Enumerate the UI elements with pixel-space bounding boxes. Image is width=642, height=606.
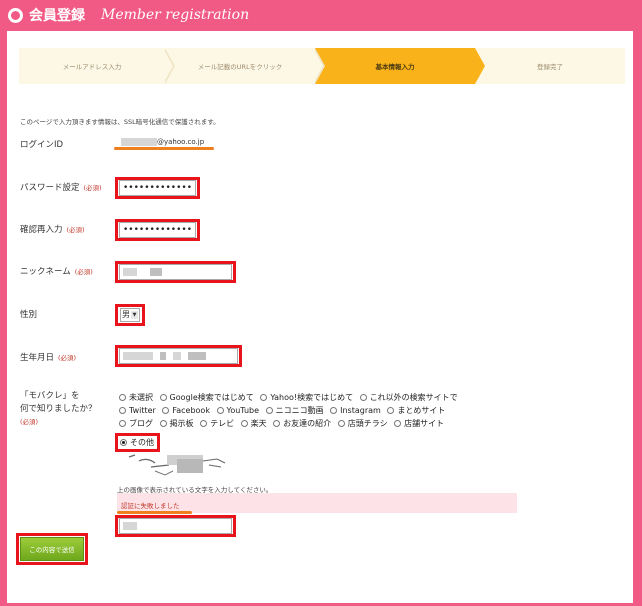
blurred-text	[123, 521, 137, 530]
birthday-label: 生年月日 (必須)	[20, 351, 76, 363]
required-mark: (必須)	[83, 184, 102, 192]
registration-panel: メールアドレス入力 メール記載のURLをクリック 基本情報入力 登録完了 このペ…	[7, 31, 633, 603]
password-label: パスワード設定 (必須)	[20, 181, 102, 193]
radio-option[interactable]: Twitter	[119, 406, 156, 415]
step-email-input: メールアドレス入力	[19, 48, 175, 84]
submit-button[interactable]: この内容で送信	[20, 537, 84, 561]
gender-selected: 男	[122, 310, 130, 319]
radio-option[interactable]: まとめサイト	[387, 406, 445, 415]
password-input[interactable]: •••••••••••••	[119, 180, 196, 196]
required-mark: (必須)	[74, 268, 93, 276]
radio-option[interactable]: Yahoo!検索ではじめて	[260, 393, 353, 402]
radio-button[interactable]	[119, 420, 126, 427]
radio-option[interactable]: Instagram	[330, 406, 381, 415]
radio-button[interactable]	[240, 420, 248, 427]
radio-option[interactable]: お友達の紹介	[273, 419, 331, 428]
blurred-text	[121, 138, 157, 146]
radio-option[interactable]: これ以外の検索サイトで	[359, 393, 458, 402]
step-click-url: メール記載のURLをクリック	[165, 48, 325, 84]
nickname-label-text: ニックネーム	[20, 267, 71, 277]
page-title-en: Member registration	[101, 7, 250, 23]
radio-option[interactable]: 店頭チラシ	[337, 419, 388, 428]
captcha-error: 認証に失敗しました	[121, 502, 180, 510]
radio-option[interactable]: 未選択	[119, 393, 153, 402]
progress-steps: メールアドレス入力 メール記載のURLをクリック 基本情報入力 登録完了	[19, 48, 625, 84]
radio-button[interactable]	[273, 420, 281, 427]
source-question-label: 「モバクレ」を 何で知りましたか？ (必須)	[20, 390, 97, 429]
orange-underline	[117, 511, 192, 514]
password-confirm-label: 確認再入力 (必須)	[20, 223, 85, 235]
circle-logo-icon	[8, 7, 23, 23]
page-title-jp: 会員登録	[29, 8, 85, 24]
password-label-text: パスワード設定	[20, 183, 80, 193]
required-mark: (必須)	[20, 418, 39, 426]
radio-option-selected[interactable]: その他	[115, 433, 160, 452]
radio-button[interactable]	[387, 407, 395, 414]
step-label: 基本情報入力	[375, 63, 415, 71]
nickname-input[interactable]	[119, 264, 232, 280]
step-complete: 登録完了	[475, 48, 625, 84]
radio-button[interactable]	[359, 394, 367, 401]
radio-button[interactable]	[260, 394, 268, 401]
step-basic-info: 基本情報入力	[315, 48, 485, 84]
blurred-text	[159, 351, 166, 360]
radio-button[interactable]	[200, 420, 208, 427]
ssl-notice: このページで入力頂きます情報は、SSL暗号化通信で保護されます。	[20, 118, 220, 126]
password-confirm-label-text: 確認再入力	[20, 225, 63, 235]
radio-option[interactable]: テレビ	[200, 419, 234, 428]
radio-button[interactable]	[159, 420, 167, 427]
radio-option[interactable]: Google検索ではじめて	[159, 393, 254, 402]
radio-option[interactable]: Facebook	[162, 406, 210, 415]
login-id-label: ログインID	[20, 140, 64, 150]
step-label: 登録完了	[537, 63, 563, 71]
blurred-text	[123, 351, 153, 360]
radio-option[interactable]: 楽天	[240, 419, 267, 428]
login-domain: @yahoo.co.jp	[157, 138, 205, 146]
radio-button[interactable]	[119, 394, 126, 401]
radio-option[interactable]: YouTube	[216, 406, 259, 415]
radio-option[interactable]: 掲示板	[159, 419, 194, 428]
radio-button[interactable]	[216, 407, 224, 414]
required-mark: (必須)	[66, 226, 85, 234]
required-mark: (必須)	[58, 354, 77, 362]
radio-button[interactable]	[337, 420, 345, 427]
radio-option[interactable]: 店舗サイト	[394, 419, 444, 428]
step-label: メールアドレス入力	[62, 63, 122, 71]
gender-select[interactable]: 男 ▼	[120, 308, 140, 322]
radio-button[interactable]	[394, 420, 402, 427]
radio-button[interactable]	[119, 407, 126, 414]
password-confirm-input[interactable]: •••••••••••••	[119, 222, 196, 238]
radio-button[interactable]	[265, 407, 273, 414]
source-label-line1: 「モバクレ」を	[20, 391, 80, 401]
radio-option[interactable]: ブログ	[119, 419, 153, 428]
captcha-input[interactable]	[119, 518, 232, 534]
step-label: メール記載のURLをクリック	[197, 63, 283, 71]
header-bar: 会員登録 Member registration	[0, 0, 642, 30]
radio-button[interactable]	[162, 407, 170, 414]
blurred-text	[149, 267, 162, 276]
radio-button[interactable]	[330, 407, 338, 414]
gender-label: 性別	[20, 310, 38, 320]
login-id-value: @yahoo.co.jp	[121, 138, 204, 146]
blurred-text	[172, 351, 181, 360]
nickname-label: ニックネーム (必須)	[20, 265, 93, 277]
radio-button[interactable]	[159, 394, 167, 401]
blurred-text	[123, 267, 137, 276]
chevron-down-icon: ▼	[131, 311, 138, 319]
birthday-label-text: 生年月日	[20, 353, 55, 363]
source-radio-group: 未選択 Google検索ではじめて Yahoo!検索ではじめて これ以外の検索サ…	[115, 391, 519, 452]
captcha-image	[128, 454, 226, 476]
blurred-text	[187, 351, 206, 360]
birthday-input[interactable]	[119, 348, 238, 364]
source-label-line2: 何で知りましたか？	[20, 404, 97, 414]
orange-underline	[114, 147, 214, 150]
radio-option[interactable]: ニコニコ動画	[265, 406, 324, 415]
chevron-right-icon	[475, 48, 485, 84]
radio-button-checked[interactable]	[120, 439, 127, 446]
